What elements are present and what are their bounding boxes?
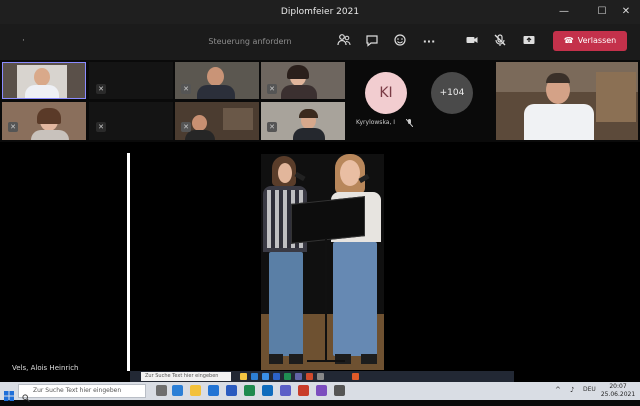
phone-icon: ☎ <box>563 36 574 45</box>
powerpoint-icon[interactable] <box>298 385 309 396</box>
minimize-button[interactable]: — <box>552 0 576 24</box>
more-participants-button[interactable]: +104 <box>431 72 473 114</box>
file-explorer-icon[interactable] <box>190 385 201 396</box>
participant-tile[interactable]: ✕ <box>261 62 345 99</box>
clock-time: 20:07 <box>609 383 627 390</box>
language-indicator[interactable]: DEU <box>583 386 596 393</box>
taskbar-search-input[interactable]: Zur Suche Text hier eingeben <box>18 384 146 398</box>
participant-tile[interactable]: ✕ <box>175 102 259 140</box>
volume-icon[interactable]: ♪ <box>570 386 574 394</box>
mic-muted-icon: ✕ <box>267 84 277 94</box>
edge-icon[interactable] <box>172 385 183 396</box>
app-icon[interactable] <box>334 385 345 396</box>
request-control-button[interactable]: Steuerung anfordern <box>200 33 300 51</box>
camera-icon[interactable] <box>462 33 482 51</box>
onenote-icon[interactable] <box>316 385 327 396</box>
participant-tile[interactable]: ✕ <box>261 102 345 140</box>
mic-muted-icon: ✕ <box>181 122 191 132</box>
participant-tile-active[interactable] <box>2 62 86 99</box>
mail-icon <box>262 373 269 380</box>
word-icon[interactable] <box>226 385 237 396</box>
folder-icon <box>240 373 247 380</box>
shared-search-box: Zur Suche Text hier eingeben <box>141 372 231 381</box>
meeting-toolbar <box>0 24 640 60</box>
excel-icon[interactable] <box>244 385 255 396</box>
more-options-button[interactable]: ··· <box>419 33 439 51</box>
powerpoint-icon <box>306 373 313 380</box>
clock[interactable]: 20:07 25.06.2021 <box>598 383 638 399</box>
word-icon <box>273 373 280 380</box>
presenter-name: Vels, Alois Heinrich <box>12 364 79 372</box>
reactions-icon[interactable] <box>390 33 410 51</box>
mic-muted-icon: ✕ <box>181 84 191 94</box>
edge-icon <box>251 373 258 380</box>
mic-muted-icon: ✕ <box>96 122 106 132</box>
task-view-icon[interactable] <box>156 385 167 396</box>
mic-muted-icon: ✕ <box>8 122 18 132</box>
mic-off-icon[interactable] <box>490 33 510 51</box>
participant-tile[interactable]: ✕ <box>2 102 86 140</box>
overflow-dot: · <box>22 36 25 46</box>
teams-icon <box>295 373 302 380</box>
mail-icon[interactable] <box>208 385 219 396</box>
participant-avatar[interactable]: KI <box>365 72 407 114</box>
media-player-icon <box>352 373 359 380</box>
mic-muted-icon <box>405 118 414 129</box>
participant-tile[interactable]: ✕ <box>89 62 173 99</box>
participant-name: Kyrylowska, I <box>356 119 396 126</box>
search-icon <box>22 387 30 406</box>
people-icon[interactable] <box>334 33 354 51</box>
leave-label: Verlassen <box>577 36 617 45</box>
teams-icon[interactable] <box>280 385 291 396</box>
tray-chevron-icon[interactable]: ^ <box>555 386 561 394</box>
participant-tile[interactable]: ✕ <box>175 62 259 99</box>
divider-line <box>127 153 130 371</box>
app-icon <box>317 373 324 380</box>
shared-video <box>261 154 384 370</box>
participant-tile[interactable]: ✕ <box>89 102 173 140</box>
share-icon[interactable] <box>519 33 539 51</box>
outlook-icon[interactable] <box>262 385 273 396</box>
leave-button[interactable]: ☎ Verlassen <box>553 31 627 51</box>
close-button[interactable]: ✕ <box>614 0 638 24</box>
participant-tile-large[interactable] <box>496 62 638 140</box>
excel-icon <box>284 373 291 380</box>
mic-muted-icon: ✕ <box>267 122 277 132</box>
window-title: Diplomfeier 2021 <box>280 7 360 17</box>
chat-icon[interactable] <box>362 33 382 51</box>
windows-start-icon[interactable] <box>4 386 14 405</box>
mic-muted-icon: ✕ <box>96 84 106 94</box>
clock-date: 25.06.2021 <box>600 391 636 398</box>
maximize-button[interactable]: ☐ <box>590 0 614 24</box>
